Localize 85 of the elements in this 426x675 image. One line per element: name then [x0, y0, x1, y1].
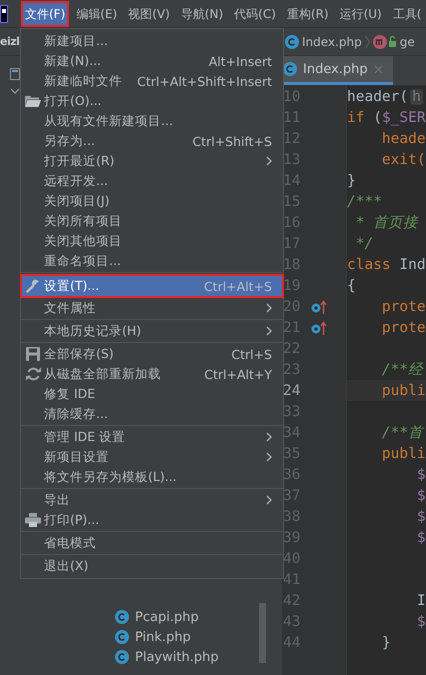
scrollbar-thumb[interactable] — [259, 603, 266, 663]
code-token: } — [380, 634, 391, 650]
menu-title[interactable]: 运行(U) — [336, 0, 386, 26]
menu-item[interactable]: 新建临时文件 Ctrl+Alt+Shift+Insert — [20, 71, 284, 91]
menu-item[interactable]: 关闭其他项目 — [20, 231, 284, 251]
inlay-hint: h — [410, 88, 423, 104]
menu-item[interactable]: 管理 IDE 设置 — [20, 427, 284, 447]
code-token: /**首 — [380, 424, 424, 442]
editor-tab[interactable]: Index.php — [283, 56, 393, 85]
code-token: ( — [372, 110, 382, 126]
code-token: $ — [416, 508, 426, 524]
breadcrumb-item[interactable]: Index.php — [302, 34, 362, 48]
code-token: $ — [416, 614, 426, 630]
code-token: publi — [380, 446, 426, 462]
code-token: Ind — [398, 256, 426, 272]
code-token: $ — [416, 488, 426, 504]
tree-item[interactable]: Pink.php — [115, 627, 282, 647]
tree-item[interactable]: Playwith.php — [115, 647, 282, 667]
menu-item[interactable]: 重命名项目... — [20, 251, 284, 271]
menu-item[interactable]: 省电模式 — [20, 533, 284, 553]
code-token: * 首页接 — [354, 214, 418, 232]
chevron-down-icon[interactable] — [10, 88, 20, 94]
menu-item[interactable]: 文件属性 — [20, 298, 284, 318]
class-icon — [115, 610, 129, 624]
code-token: /**经 — [380, 361, 424, 379]
code-token: class — [347, 256, 391, 272]
menu-title[interactable]: 视图(V) — [124, 0, 174, 26]
reload-icon — [26, 367, 40, 381]
menu-item[interactable]: 设置(T)... Ctrl+Alt+S — [20, 274, 284, 298]
menu-item[interactable]: 关闭项目(J) — [20, 191, 284, 211]
code-token: I — [416, 592, 426, 608]
code-token: header( — [347, 88, 408, 104]
menu-item[interactable]: 全部保存(S) Ctrl+S — [20, 344, 284, 364]
folder-icon — [25, 95, 41, 107]
menu-item[interactable]: 远程开发... — [20, 171, 284, 191]
class-icon — [115, 650, 129, 664]
menu-title[interactable]: 文件(F) — [21, 0, 70, 26]
menu-item[interactable]: 本地历史记录(H) — [20, 321, 284, 341]
wrench-icon — [26, 279, 40, 293]
code-token: /*** — [347, 194, 382, 210]
menu-title[interactable]: 工具( — [388, 0, 426, 26]
menu-item[interactable]: 打开最近(R) — [20, 151, 284, 171]
menu-item[interactable]: 新建(N)... Alt+Insert — [20, 51, 284, 71]
method-lock-icon — [372, 34, 397, 48]
menu-item[interactable]: 打印(P)... — [20, 510, 284, 530]
code-token: heade — [380, 130, 426, 146]
class-icon — [283, 62, 297, 76]
menu-item[interactable]: 新建项目... — [20, 31, 284, 51]
code-token: $_SER — [382, 110, 426, 126]
menu-item[interactable]: 关闭所有项目 — [20, 211, 284, 231]
code-token: if — [347, 110, 364, 126]
code-token: prote — [380, 298, 426, 314]
breadcrumb-item[interactable]: ge — [400, 34, 415, 48]
menu-item[interactable]: 导出 — [20, 490, 284, 510]
square-icon[interactable] — [10, 68, 20, 80]
menu-item[interactable]: 从现有文件新建项目... — [20, 111, 284, 131]
menu-item[interactable]: 从磁盘全部重新加载 Ctrl+Alt+Y — [20, 364, 284, 384]
menu-title[interactable]: 编辑(E) — [72, 0, 122, 26]
menu-item[interactable]: 另存为... Ctrl+Shift+S — [20, 131, 284, 151]
code-token: publi — [380, 382, 426, 398]
override-marker-icon[interactable] — [311, 320, 327, 334]
code-token: prote — [380, 320, 426, 336]
menu-title[interactable]: 导航(N) — [176, 0, 228, 26]
override-marker-icon[interactable] — [311, 300, 327, 314]
menu-title[interactable]: 重构(R) — [282, 0, 333, 26]
chevron-right-icon — [364, 34, 370, 50]
menu-item[interactable]: 将文件另存为模板(L)... — [20, 467, 284, 487]
code-token: exit( — [380, 152, 426, 168]
menu-item[interactable]: 新项目设置 — [20, 447, 284, 467]
menu-item[interactable]: 打开(O)... — [20, 91, 284, 111]
app-logo-icon[interactable] — [0, 4, 8, 22]
code-token: { — [347, 278, 356, 294]
tree-item[interactable]: Pcapi.php — [115, 607, 282, 627]
class-icon — [115, 630, 129, 644]
menu-title[interactable]: 代码(C) — [230, 0, 280, 26]
printer-icon — [25, 513, 41, 527]
code-token: */ — [354, 236, 374, 252]
menu-item[interactable]: 清除缓存... — [20, 404, 284, 424]
class-icon — [285, 34, 299, 48]
code-token: $ — [416, 530, 426, 546]
line-number: 24 — [283, 382, 300, 398]
code-token: $ — [416, 466, 426, 482]
code-token: } — [347, 172, 356, 188]
menu-item[interactable]: 退出(X) — [20, 556, 284, 576]
menu-item[interactable]: 修复 IDE — [20, 384, 284, 404]
